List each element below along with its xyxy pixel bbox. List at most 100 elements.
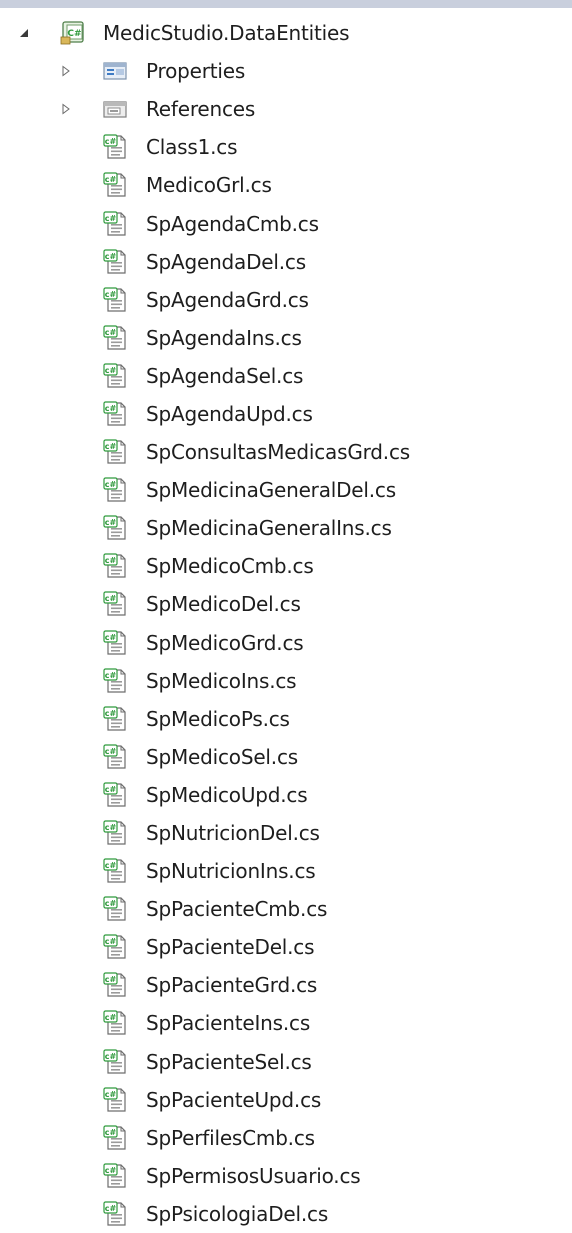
expanded-triangle-icon[interactable] (17, 26, 31, 40)
file-label: SpPacienteUpd.cs (146, 1087, 322, 1112)
tree-node-file[interactable]: c# SpPacienteCmb.cs (0, 890, 572, 928)
tree-node-file[interactable]: c# SpMedicoGrd.cs (0, 624, 572, 662)
collapsed-triangle-icon[interactable] (59, 102, 73, 116)
tree-node-file[interactable]: c# SpMedicoPs.cs (0, 700, 572, 738)
tree-node-file[interactable]: c# MedicoGrl.cs (0, 166, 572, 204)
svg-text:c#: c# (105, 899, 117, 908)
tree-node-file[interactable]: c# SpMedicinaGeneralDel.cs (0, 471, 572, 509)
svg-text:c#: c# (105, 175, 117, 184)
properties-folder-icon (102, 58, 128, 84)
file-label: MedicoGrl.cs (146, 173, 272, 198)
csharp-file-icon: c# (102, 858, 128, 884)
tree-node-project[interactable]: C# MedicStudio.DataEntities (0, 14, 572, 52)
csharp-project-icon: C# (60, 20, 86, 46)
svg-text:c#: c# (105, 442, 117, 451)
svg-text:c#: c# (105, 594, 117, 603)
file-label: SpPsicologiaDel.cs (146, 1201, 329, 1226)
svg-text:c#: c# (105, 1051, 117, 1060)
tree-node-references[interactable]: References (0, 90, 572, 128)
file-list: c# Class1.cs c# MedicoGrl.cs c# SpAgenda… (0, 128, 572, 1233)
file-label: SpPacienteCmb.cs (146, 897, 328, 922)
file-label: SpAgendaGrd.cs (146, 287, 309, 312)
tree-node-file[interactable]: c# SpPacienteIns.cs (0, 1004, 572, 1042)
file-label: SpPerfilesCmb.cs (146, 1125, 315, 1150)
svg-text:c#: c# (105, 366, 117, 375)
folder-label-references: References (146, 97, 256, 122)
tree-node-file[interactable]: c# SpMedicoDel.cs (0, 585, 572, 623)
file-label: SpMedicinaGeneralIns.cs (146, 516, 392, 541)
file-label: SpPacienteSel.cs (146, 1049, 312, 1074)
csharp-file-icon: c# (102, 325, 128, 351)
csharp-file-icon: c# (102, 439, 128, 465)
file-label: SpNutricionIns.cs (146, 859, 316, 884)
tree-node-file[interactable]: c# SpAgendaSel.cs (0, 357, 572, 395)
tree-node-file[interactable]: c# SpMedicoUpd.cs (0, 776, 572, 814)
file-label: SpAgendaDel.cs (146, 249, 306, 274)
svg-text:c#: c# (105, 404, 117, 413)
csharp-file-icon: c# (102, 591, 128, 617)
csharp-file-icon: c# (102, 1125, 128, 1151)
csharp-file-icon: c# (102, 363, 128, 389)
tree-node-file[interactable]: c# SpPerfilesCmb.cs (0, 1119, 572, 1157)
svg-text:c#: c# (105, 556, 117, 565)
file-label: SpAgendaCmb.cs (146, 211, 319, 236)
references-folder-icon (102, 96, 128, 122)
tree-node-file[interactable]: c# SpPermisosUsuario.cs (0, 1157, 572, 1195)
svg-text:c#: c# (105, 747, 117, 756)
csharp-file-icon: c# (102, 553, 128, 579)
file-label: SpAgendaSel.cs (146, 363, 304, 388)
tree-node-file[interactable]: c# SpMedicoCmb.cs (0, 547, 572, 585)
file-label: SpMedicoSel.cs (146, 744, 298, 769)
tree-node-file[interactable]: c# SpPacienteSel.cs (0, 1043, 572, 1081)
csharp-file-icon: c# (102, 401, 128, 427)
file-label: SpMedicoIns.cs (146, 668, 297, 693)
tree-node-file[interactable]: c# SpMedicoSel.cs (0, 738, 572, 776)
tree-node-file[interactable]: c# SpNutricionDel.cs (0, 814, 572, 852)
svg-text:c#: c# (105, 975, 117, 984)
tree-node-file[interactable]: c# SpAgendaUpd.cs (0, 395, 572, 433)
tree-node-file[interactable]: c# Class1.cs (0, 128, 572, 166)
svg-text:c#: c# (105, 785, 117, 794)
svg-text:c#: c# (105, 632, 117, 641)
csharp-file-icon: c# (102, 1048, 128, 1075)
tree-node-file[interactable]: c# SpMedicinaGeneralIns.cs (0, 509, 572, 547)
file-label: SpPermisosUsuario.cs (146, 1163, 361, 1188)
svg-text:c#: c# (105, 328, 117, 337)
csharp-file-icon: c# (102, 172, 128, 198)
panel-top-border (0, 0, 572, 8)
file-label: SpPacienteIns.cs (146, 1011, 311, 1036)
csharp-file-icon: c# (102, 668, 128, 694)
tree-node-file[interactable]: c# SpPacienteGrd.cs (0, 966, 572, 1004)
svg-text:c#: c# (105, 937, 117, 946)
csharp-file-icon: c# (102, 477, 128, 503)
tree-node-file[interactable]: c# SpAgendaCmb.cs (0, 204, 572, 242)
project-name: MedicStudio.DataEntities (103, 21, 350, 46)
tree-node-file[interactable]: c# SpPsicologiaDel.cs (0, 1195, 572, 1233)
tree-node-file[interactable]: c# SpAgendaDel.cs (0, 243, 572, 281)
tree-node-file[interactable]: c# SpPacienteDel.cs (0, 928, 572, 966)
svg-text:c#: c# (105, 1128, 117, 1137)
tree-node-file[interactable]: c# SpPacienteUpd.cs (0, 1081, 572, 1119)
csharp-file-icon: c# (102, 1163, 128, 1189)
svg-text:c#: c# (105, 1089, 117, 1098)
tree-node-file[interactable]: c# SpAgendaGrd.cs (0, 281, 572, 319)
csharp-file-icon: c# (102, 287, 128, 313)
tree-node-file[interactable]: c# SpMedicoIns.cs (0, 662, 572, 700)
file-label: SpPacienteDel.cs (146, 935, 315, 960)
tree-node-file[interactable]: c# SpConsultasMedicasGrd.cs (0, 433, 572, 471)
file-label: SpNutricionDel.cs (146, 821, 320, 846)
svg-text:c#: c# (105, 251, 117, 260)
svg-text:c#: c# (105, 1204, 117, 1213)
folder-label-properties: Properties (146, 59, 246, 84)
file-label: SpAgendaIns.cs (146, 325, 302, 350)
svg-text:c#: c# (105, 670, 117, 679)
svg-text:c#: c# (105, 213, 117, 222)
csharp-file-icon: c# (102, 934, 128, 960)
collapsed-triangle-icon[interactable] (59, 64, 73, 78)
tree-node-file[interactable]: c# SpNutricionIns.cs (0, 852, 572, 890)
file-label: SpMedicoGrd.cs (146, 630, 304, 655)
tree-node-file[interactable]: c# SpAgendaIns.cs (0, 319, 572, 357)
tree-node-properties[interactable]: Properties (0, 52, 572, 90)
svg-text:c#: c# (105, 480, 117, 489)
csharp-file-icon: c# (102, 782, 128, 808)
